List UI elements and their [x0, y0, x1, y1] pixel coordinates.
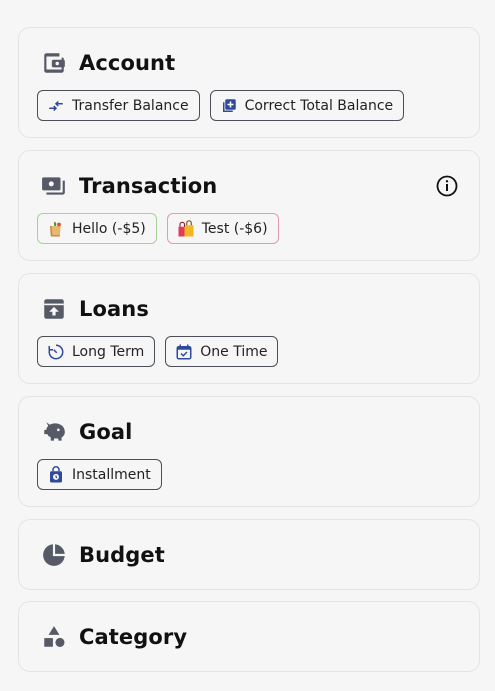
loans-card: Loans Long Term One Time [18, 273, 480, 384]
one-time-label: One Time [200, 343, 268, 360]
transaction-title: Transaction [79, 174, 218, 198]
shopping-bags-emoji [177, 219, 195, 238]
account-header: Account [41, 50, 175, 76]
loans-header: Loans [41, 296, 149, 322]
one-time-button[interactable]: One Time [165, 336, 279, 367]
transfer-balance-button[interactable]: Transfer Balance [37, 90, 200, 121]
loans-actions: Long Term One Time [37, 336, 279, 367]
money-stack-icon [41, 173, 67, 199]
piggy-bank-icon [41, 419, 67, 445]
calendar-check-icon [175, 343, 193, 361]
category-header: Category [41, 624, 187, 650]
transaction-header: Transaction [41, 173, 217, 199]
account-actions: Transfer Balance Correct Total Balance [37, 90, 405, 121]
test-transaction-label: Test (-$6) [201, 220, 268, 237]
transfer-balance-label: Transfer Balance [72, 97, 189, 114]
archive-upload-icon [41, 296, 67, 322]
long-term-button[interactable]: Long Term [37, 336, 156, 367]
transfer-arrows-icon [47, 97, 65, 115]
lock-clock-icon [47, 465, 65, 484]
budget-card[interactable]: Budget [18, 519, 480, 590]
correct-total-balance-button[interactable]: Correct Total Balance [209, 90, 405, 121]
account-card: Account Transfer Balance Correct Total B… [18, 27, 480, 138]
goal-title: Goal [79, 420, 133, 444]
account-title: Account [79, 51, 176, 75]
installment-button[interactable]: Installment [37, 459, 162, 490]
category-card[interactable]: Category [18, 601, 480, 672]
transaction-card: Transaction Hello (-$5) Test (-$6) [18, 150, 480, 261]
wallet-icon [41, 50, 67, 76]
shapes-icon [41, 624, 67, 650]
add-box-icon [220, 97, 238, 115]
quick-actions-panel: Account Transfer Balance Correct Total B… [0, 0, 495, 691]
pie-chart-icon [41, 542, 67, 568]
hello-transaction-label: Hello (-$5) [72, 220, 146, 237]
info-circle-icon[interactable] [435, 174, 459, 198]
goal-actions: Installment [37, 459, 162, 490]
budget-title: Budget [79, 543, 165, 567]
goal-header: Goal [41, 419, 132, 445]
long-term-label: Long Term [72, 343, 145, 360]
category-title: Category [79, 625, 188, 649]
transaction-actions: Hello (-$5) Test (-$6) [37, 213, 279, 244]
test-transaction-button[interactable]: Test (-$6) [166, 213, 279, 244]
loans-title: Loans [79, 297, 149, 321]
grocery-bag-emoji [47, 220, 65, 238]
budget-header: Budget [41, 542, 165, 568]
timer-refresh-icon [47, 343, 65, 361]
installment-label: Installment [72, 466, 151, 483]
hello-transaction-button[interactable]: Hello (-$5) [37, 213, 157, 244]
correct-total-balance-label: Correct Total Balance [244, 97, 394, 114]
goal-card: Goal Installment [18, 396, 480, 507]
